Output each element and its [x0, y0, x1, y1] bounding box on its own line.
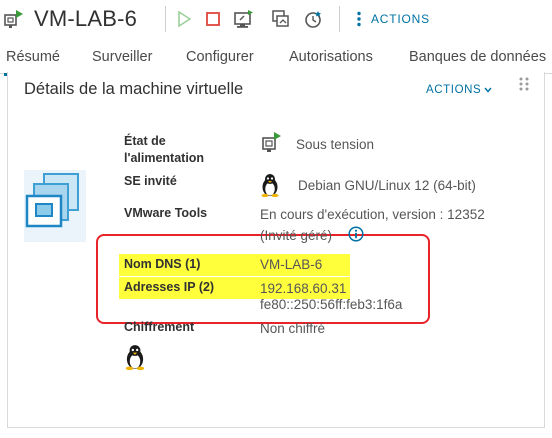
- vm-powered-on-icon: [4, 9, 24, 29]
- encryption-label: Chiffrement: [124, 320, 195, 334]
- toolbar-divider: [165, 6, 166, 32]
- linux-tux-icon: [260, 173, 280, 198]
- linux-tux-icon: [124, 344, 146, 371]
- migrate-icon[interactable]: [271, 9, 291, 29]
- tab-banques-de-donnees[interactable]: Banques de données: [409, 49, 546, 65]
- vmware-tools-label: VMware Tools: [124, 206, 208, 220]
- actions-label: ACTIONS: [371, 12, 430, 26]
- chevron-down-icon: [484, 87, 492, 93]
- tab-surveiller[interactable]: Surveiller: [92, 49, 152, 65]
- card-actions-button[interactable]: ACTIONS: [426, 84, 492, 96]
- ipv6-address-value: fe80::250:56ff:feb3:1f6a: [260, 297, 403, 312]
- dns-name-label: Nom DNS (1): [124, 257, 201, 271]
- actions-menu-button[interactable]: ACTIONS: [357, 8, 430, 30]
- power-off-icon[interactable]: [203, 9, 223, 29]
- dns-name-value: VM-LAB-6: [260, 257, 323, 272]
- toolbar-divider: [339, 6, 340, 32]
- tab-bar: Résumé Surveiller Configurer Autorisatio…: [0, 46, 552, 76]
- tab-configurer[interactable]: Configurer: [186, 49, 254, 65]
- ipv4-address-value: 192.168.60.31: [260, 281, 347, 296]
- power-on-icon[interactable]: [174, 9, 194, 29]
- card-title: Détails de la machine virtuelle: [24, 80, 244, 98]
- tab-autorisations[interactable]: Autorisations: [289, 49, 373, 65]
- kebab-icon: [357, 11, 361, 27]
- encryption-value: Non chiffré: [260, 321, 326, 336]
- guest-os-label: SE invité: [124, 174, 177, 188]
- power-state-value: Sous tension: [296, 137, 375, 152]
- vm-name-title: VM-LAB-6: [34, 6, 138, 31]
- snapshot-icon[interactable]: [304, 9, 324, 29]
- ip-addresses-label: Adresses IP (2): [124, 280, 215, 294]
- card-actions-label: ACTIONS: [426, 84, 482, 96]
- power-state-label: État de l'alimentation: [124, 134, 205, 165]
- vmware-tools-value: En cours d'exécution, version : 12352 (I…: [260, 207, 485, 243]
- virtual-machine-icon: [24, 170, 86, 242]
- vm-header: VM-LAB-6 ACTIONS: [0, 0, 552, 38]
- vm-details-card: Détails de la machine virtuelle ACTIONS …: [7, 72, 545, 428]
- powered-on-icon: [262, 131, 282, 153]
- info-icon[interactable]: [348, 226, 364, 242]
- drag-handle-icon[interactable]: [518, 76, 530, 92]
- guest-os-value: Debian GNU/Linux 12 (64-bit): [298, 178, 476, 193]
- tab-resume[interactable]: Résumé: [4, 49, 62, 76]
- console-icon[interactable]: [234, 9, 254, 29]
